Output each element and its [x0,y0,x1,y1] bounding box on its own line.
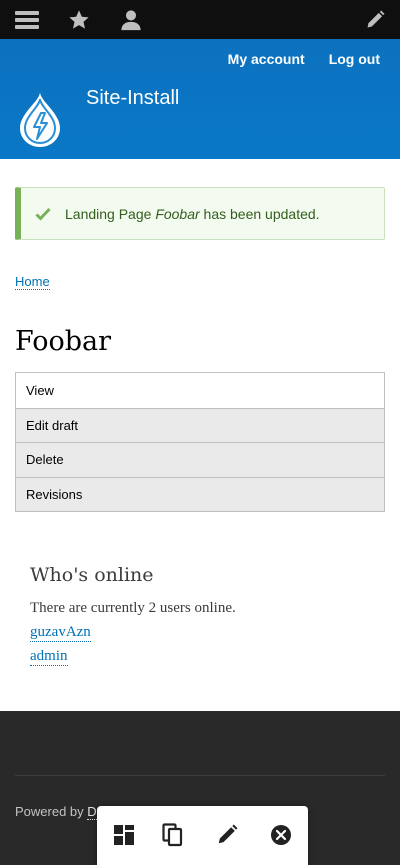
tab-edit-draft[interactable]: Edit draft [16,407,384,442]
layout-icon[interactable] [111,822,137,848]
floating-action-tray [97,806,308,865]
account-menu: My account Log out [228,51,380,67]
pencil-icon[interactable] [358,0,392,39]
star-icon[interactable] [62,0,96,39]
whos-online-title: Who's online [30,564,154,586]
copy-icon[interactable] [160,822,186,848]
tab-revisions[interactable]: Revisions [16,476,384,511]
status-message: Landing Page Foobar has been updated. [15,187,385,240]
breadcrumb-home-link[interactable]: Home [15,274,50,290]
site-header: My account Log out Site-Install [0,39,400,159]
site-logo[interactable] [14,89,66,149]
footer-divider [15,775,385,776]
page-title: Foobar [15,326,112,357]
local-tasks-tabs: View Edit draft Delete Revisions [15,372,385,512]
tab-delete[interactable]: Delete [16,442,384,477]
my-account-link[interactable]: My account [228,51,305,67]
whos-online-text: There are currently 2 users online. [30,600,236,616]
user-icon[interactable] [114,0,148,39]
breadcrumb: Home [15,274,50,290]
close-circle-icon[interactable] [268,822,294,848]
menu-icon[interactable] [10,0,44,39]
pencil-icon[interactable] [214,822,240,848]
online-user-link[interactable]: guzavAzn [30,624,91,642]
online-user-link[interactable]: admin [30,648,68,666]
log-out-link[interactable]: Log out [329,51,380,67]
tab-view[interactable]: View [16,373,384,408]
check-icon [35,204,55,224]
site-name[interactable]: Site-Install [86,87,179,110]
status-message-text: Landing Page Foobar has been updated. [65,205,320,222]
powered-by: Powered by Dr [15,804,101,820]
admin-toolbar [0,0,400,39]
